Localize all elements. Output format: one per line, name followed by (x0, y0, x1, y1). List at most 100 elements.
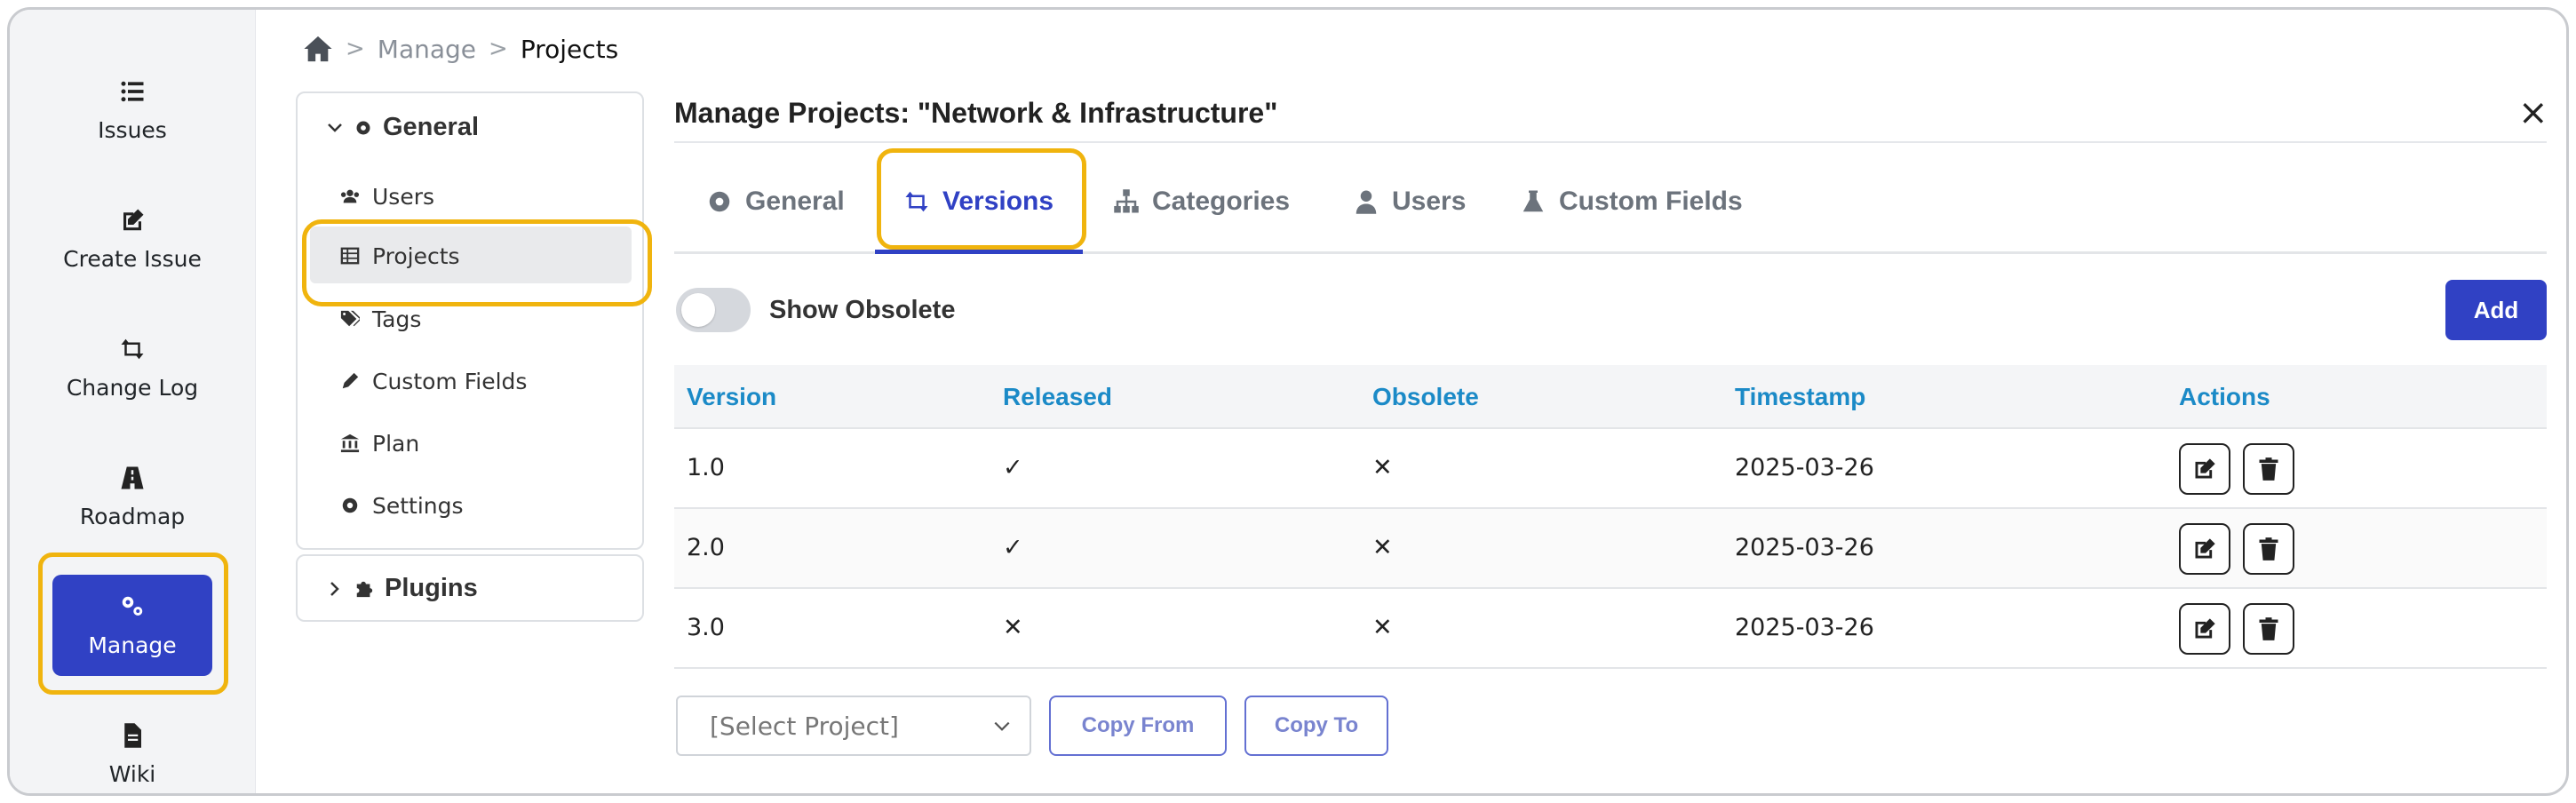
column-header-obsolete[interactable]: Obsolete (1372, 383, 1479, 411)
chevron-right-icon (330, 581, 339, 596)
cell-released: ✓ (1003, 534, 1023, 561)
retweet-icon (121, 338, 144, 359)
admin-item-users-label: Users (372, 183, 435, 210)
trash-icon (2259, 457, 2278, 481)
page-title: Manage Projects: "Network & Infrastructu… (674, 97, 1278, 129)
cell-obsolete: ✕ (1372, 614, 1393, 641)
flask-icon (1523, 190, 1544, 212)
copy-from-button[interactable]: Copy From (1049, 696, 1227, 756)
active-tab-indicator (875, 250, 1083, 254)
delete-button[interactable] (2243, 523, 2294, 575)
nav-change-log[interactable]: Change Log (52, 317, 212, 418)
tab-custom-fields-label: Custom Fields (1559, 187, 1743, 216)
road-icon (121, 466, 144, 489)
project-select[interactable]: [Select Project] (676, 696, 1031, 756)
edit-button[interactable] (2179, 523, 2230, 575)
show-obsolete-toggle[interactable] (676, 288, 751, 332)
users-icon (340, 189, 360, 203)
column-header-actions: Actions (2179, 383, 2270, 410)
admin-menu-plugins: Plugins (296, 554, 644, 622)
tab-general-label: General (745, 187, 845, 216)
tab-general[interactable]: General (706, 184, 845, 219)
user-icon (1356, 190, 1377, 214)
plugins-section-toggle[interactable]: Plugins (326, 574, 478, 603)
table-row: 1.0 ✓ ✕ 2025-03-26 (674, 429, 2547, 509)
cell-released: ✓ (1003, 454, 1023, 481)
edit-button[interactable] (2179, 603, 2230, 655)
admin-item-custom-fields[interactable]: Custom Fields (340, 367, 527, 395)
general-section-title: General (383, 113, 479, 141)
nav-issues-label: Issues (98, 116, 167, 143)
admin-item-settings[interactable]: Settings (340, 491, 464, 520)
tab-users[interactable]: Users (1353, 184, 1466, 219)
trash-icon (2259, 537, 2278, 561)
nav-roadmap-label: Roadmap (79, 503, 186, 529)
copy-to-button[interactable]: Copy To (1244, 696, 1388, 756)
cell-obsolete: ✕ (1372, 454, 1393, 481)
edit-button[interactable] (2179, 443, 2230, 495)
table-row: 2.0 ✓ ✕ 2025-03-26 (674, 509, 2547, 589)
breadcrumb: > Manage > Projects (303, 31, 618, 67)
nav-wiki[interactable]: Wiki (52, 704, 212, 793)
chevron-down-icon (994, 721, 1010, 731)
pencil-icon (342, 372, 359, 389)
table-row: 3.0 ✕ ✕ 2025-03-26 (674, 589, 2547, 669)
cell-timestamp: 2025-03-26 (1735, 454, 1874, 481)
tags-icon (340, 310, 360, 327)
nav-create-issue[interactable]: Create Issue (52, 188, 212, 290)
admin-item-plan-label: Plan (372, 430, 420, 457)
cell-released: ✕ (1003, 614, 1023, 641)
gear-icon (342, 497, 358, 513)
file-icon (124, 722, 141, 748)
admin-item-plan[interactable]: Plan (340, 429, 419, 457)
project-select-value: [Select Project] (710, 711, 899, 741)
projects-highlight (302, 219, 652, 306)
gear-icon (356, 121, 370, 134)
admin-item-custom-fields-label: Custom Fields (372, 368, 528, 394)
toggle-knob (681, 293, 715, 327)
nav-create-issue-label: Create Issue (63, 245, 202, 272)
versions-highlight (877, 148, 1086, 250)
tab-categories[interactable]: Categories (1113, 184, 1290, 219)
breadcrumb-separator: > (346, 36, 365, 62)
admin-item-settings-label: Settings (372, 492, 464, 519)
show-obsolete-label: Show Obsolete (769, 296, 956, 324)
column-header-timestamp[interactable]: Timestamp (1735, 383, 1865, 411)
admin-item-users[interactable]: Users (340, 182, 434, 211)
table-header: Version Released Obsolete Timestamp Acti… (674, 365, 2547, 429)
admin-item-tags[interactable]: Tags (340, 305, 421, 333)
add-version-button[interactable]: Add (2445, 280, 2547, 340)
close-button[interactable]: × (2518, 95, 2548, 131)
delete-button[interactable] (2243, 603, 2294, 655)
cell-timestamp: 2025-03-26 (1735, 614, 1874, 641)
trash-icon (2259, 617, 2278, 640)
tab-custom-fields[interactable]: Custom Fields (1520, 184, 1743, 219)
admin-menu-general: General Users Projects Tags Custom Field… (296, 91, 644, 550)
plugins-section-title: Plugins (385, 574, 478, 602)
breadcrumb-manage[interactable]: Manage (378, 35, 476, 64)
app-window: Issues Create Issue Change Log Roadmap M… (7, 7, 2569, 796)
nav-issues[interactable]: Issues (52, 60, 212, 161)
column-header-released[interactable]: Released (1003, 383, 1112, 411)
gear-icon (709, 191, 730, 212)
chevron-down-icon (328, 123, 342, 132)
tab-users-label: Users (1392, 187, 1467, 216)
cell-version: 1.0 (687, 454, 725, 481)
cell-obsolete: ✕ (1372, 534, 1393, 561)
admin-item-tags-label: Tags (372, 306, 422, 332)
edit-icon (2195, 618, 2215, 639)
sitemap-icon (1114, 189, 1139, 213)
home-icon[interactable] (303, 35, 333, 63)
divider (674, 141, 2547, 143)
manage-highlight (38, 553, 228, 695)
delete-button[interactable] (2243, 443, 2294, 495)
edit-icon (2195, 538, 2215, 559)
tab-categories-label: Categories (1152, 187, 1291, 216)
bank-icon (340, 433, 360, 453)
breadcrumb-separator: > (489, 36, 508, 62)
column-header-version[interactable]: Version (687, 383, 776, 411)
cell-timestamp: 2025-03-26 (1735, 534, 1874, 561)
general-section-toggle[interactable]: General (326, 113, 479, 142)
edit-icon (2195, 458, 2215, 479)
nav-roadmap[interactable]: Roadmap (52, 446, 212, 547)
